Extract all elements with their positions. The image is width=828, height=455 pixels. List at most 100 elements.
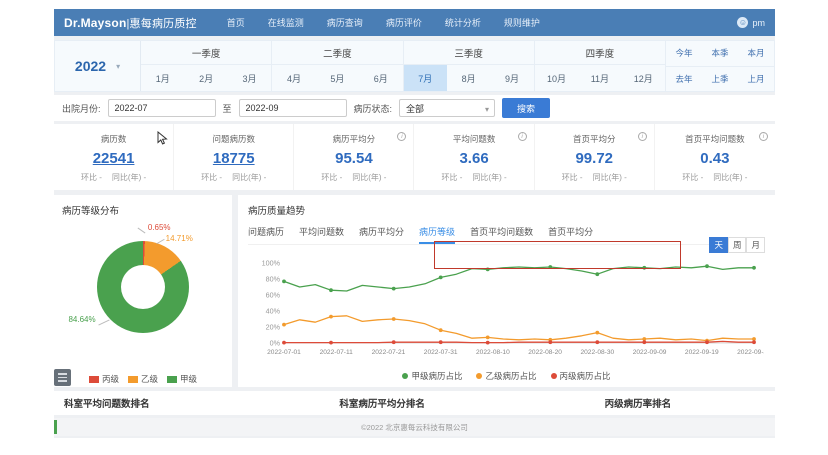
period-week-button[interactable]: 周 <box>728 237 747 253</box>
month-dec[interactable]: 12月 <box>622 65 665 91</box>
svg-text:2022-07-01: 2022-07-01 <box>267 349 301 356</box>
record-count-link[interactable]: 22541 <box>54 150 173 167</box>
period-day-button[interactable]: 天 <box>709 237 728 253</box>
svg-text:2022-08-30: 2022-08-30 <box>580 349 614 356</box>
record-status-value: 全部 <box>406 104 424 114</box>
tab-frontpage-avg-score[interactable]: 首页平均分 <box>548 225 593 244</box>
search-button[interactable]: 搜索 <box>502 98 550 118</box>
month-jan[interactable]: 1月 <box>141 65 184 91</box>
tab-record-grade[interactable]: 病历等级 <box>419 225 455 244</box>
svg-text:2022-09-19: 2022-09-19 <box>685 349 719 356</box>
mom-text: 环比 - <box>682 172 703 183</box>
mom-text: 环比 - <box>81 172 102 183</box>
footer-accent-mark <box>54 420 57 434</box>
quarter-q3[interactable]: 三季度 <box>404 41 535 64</box>
label-leader-line <box>98 320 109 326</box>
mom-text: 环比 - <box>562 172 583 183</box>
record-status-select[interactable]: 全部 ▾ <box>399 99 495 117</box>
month-aug[interactable]: 8月 <box>447 65 490 91</box>
shortcut-last-month[interactable]: 上月 <box>738 67 774 92</box>
months-q2: 4月 5月 6月 <box>272 65 403 91</box>
tab-avg-problems[interactable]: 平均问题数 <box>299 225 344 244</box>
period-toggle-group: 天 周 月 <box>709 237 765 253</box>
user-avatar-icon: ☺ <box>737 17 748 28</box>
date-selector-panel: 2022 ▾ 一季度 二季度 三季度 四季度 1月 2月 3月 4月 5月 6月 <box>54 40 775 92</box>
trend-panel-title: 病历质量趋势 <box>248 203 765 217</box>
trend-legend: 甲级病历占比 乙级病历占比 丙级病历占比 <box>248 370 765 382</box>
tab-avg-score[interactable]: 病历平均分 <box>359 225 404 244</box>
side-menu-toggle-button[interactable] <box>54 369 71 386</box>
month-jul-selected[interactable]: 7月 <box>404 65 447 91</box>
donut-legend-item[interactable]: 乙级 <box>128 373 158 385</box>
info-icon[interactable]: i <box>638 132 647 141</box>
month-oct[interactable]: 10月 <box>535 65 578 91</box>
svg-text:60%: 60% <box>266 291 281 300</box>
info-icon[interactable]: i <box>518 132 527 141</box>
quarter-q1[interactable]: 一季度 <box>141 41 272 64</box>
mom-text: 环比 - <box>442 172 463 183</box>
nav-item-record-query[interactable]: 病历查询 <box>327 16 363 29</box>
shortcut-last-quarter[interactable]: 上季 <box>702 67 738 92</box>
nav-item-rule-maintain[interactable]: 规则维护 <box>504 16 540 29</box>
donut-legend: 丙级乙级甲级 <box>62 373 224 385</box>
avg-problems-value: 3.66 <box>414 150 533 167</box>
svg-text:2022-07-21: 2022-07-21 <box>372 349 406 356</box>
shortcut-this-year[interactable]: 今年 <box>666 41 702 66</box>
stat-label: 首页平均问题数 <box>655 133 775 145</box>
date-to-input[interactable] <box>239 99 347 117</box>
tab-frontpage-avg-problems[interactable]: 首页平均问题数 <box>470 225 533 244</box>
yoy-text: 同比(年) - <box>593 172 627 183</box>
stat-card-problem-record-count: 问题病历数 18775 环比 -同比(年) - <box>174 124 294 190</box>
user-menu[interactable]: ☺ pm <box>737 17 765 28</box>
stat-card-frontpage-avg-problems: i 首页平均问题数 0.43 环比 -同比(年) - <box>655 124 775 190</box>
svg-text:40%: 40% <box>266 307 281 316</box>
legend-swatch-icon <box>128 376 138 383</box>
month-apr[interactable]: 4月 <box>272 65 315 91</box>
shortcut-last-year[interactable]: 去年 <box>666 67 702 92</box>
period-month-button[interactable]: 月 <box>746 237 765 253</box>
donut-legend-item[interactable]: 甲级 <box>167 373 197 385</box>
month-mar[interactable]: 3月 <box>228 65 271 91</box>
label-leader-line <box>137 228 145 234</box>
month-feb[interactable]: 2月 <box>184 65 227 91</box>
tab-problem-records[interactable]: 问题病历 <box>248 225 284 244</box>
month-jun[interactable]: 6月 <box>359 65 402 91</box>
grade-distribution-panel: 病历等级分布 0.65% 14.71% 84.64% 丙级乙级甲级 <box>54 195 232 387</box>
nav-item-record-review[interactable]: 病历评价 <box>386 16 422 29</box>
month-nov[interactable]: 11月 <box>578 65 621 91</box>
trend-line-chart: 0%20%40%60%80%100%2022-07-012022-07-1120… <box>248 255 764 369</box>
svg-text:2022-09-09: 2022-09-09 <box>633 349 667 356</box>
top-navbar: Dr.Mayson|惠每病历质控 首页 在线监测 病历查询 病历评价 统计分析 … <box>54 9 775 36</box>
svg-text:20%: 20% <box>266 323 281 332</box>
donut-legend-item[interactable]: 丙级 <box>89 373 119 385</box>
donut-pct-grade-c: 0.65% <box>148 223 171 232</box>
date-from-input[interactable] <box>108 99 216 117</box>
problem-record-count-link[interactable]: 18775 <box>174 150 293 167</box>
nav-item-stat-analysis[interactable]: 统计分析 <box>445 16 481 29</box>
copyright-text: ©2022 北京惠每云科技有限公司 <box>361 422 468 433</box>
stat-label: 问题病历数 <box>174 133 293 145</box>
quarter-q2[interactable]: 二季度 <box>272 41 403 64</box>
month-may[interactable]: 5月 <box>316 65 359 91</box>
info-icon[interactable]: i <box>759 132 768 141</box>
trend-legend-item[interactable]: 甲级病历占比 <box>402 370 462 382</box>
app-logo: Dr.Mayson|惠每病历质控 <box>64 15 197 31</box>
svg-text:100%: 100% <box>262 259 281 268</box>
stat-label: 首页平均分 <box>535 133 654 145</box>
shortcut-this-month[interactable]: 本月 <box>738 41 774 66</box>
shortcut-this-quarter[interactable]: 本季 <box>702 41 738 66</box>
quarter-q4[interactable]: 四季度 <box>535 41 666 64</box>
filter-bar: 出院月份: 至 病历状态: 全部 ▾ 搜索 <box>54 95 775 121</box>
month-sep[interactable]: 9月 <box>490 65 533 91</box>
legend-swatch-icon <box>89 376 99 383</box>
year-dropdown[interactable]: 2022 ▾ <box>55 41 141 91</box>
trend-legend-item[interactable]: 丙级病历占比 <box>551 370 611 382</box>
svg-text:80%: 80% <box>266 275 281 284</box>
legend-swatch-icon <box>167 376 177 383</box>
donut-chart: 0.65% 14.71% 84.64% 丙级乙级甲级 <box>62 217 224 367</box>
nav-item-online-monitor[interactable]: 在线监测 <box>268 16 304 29</box>
trend-legend-item[interactable]: 乙级病历占比 <box>476 370 536 382</box>
nav-item-home[interactable]: 首页 <box>227 16 245 29</box>
donut-pct-grade-a: 84.64% <box>68 315 95 324</box>
nav-menu: 首页 在线监测 病历查询 病历评价 统计分析 规则维护 <box>227 16 540 29</box>
